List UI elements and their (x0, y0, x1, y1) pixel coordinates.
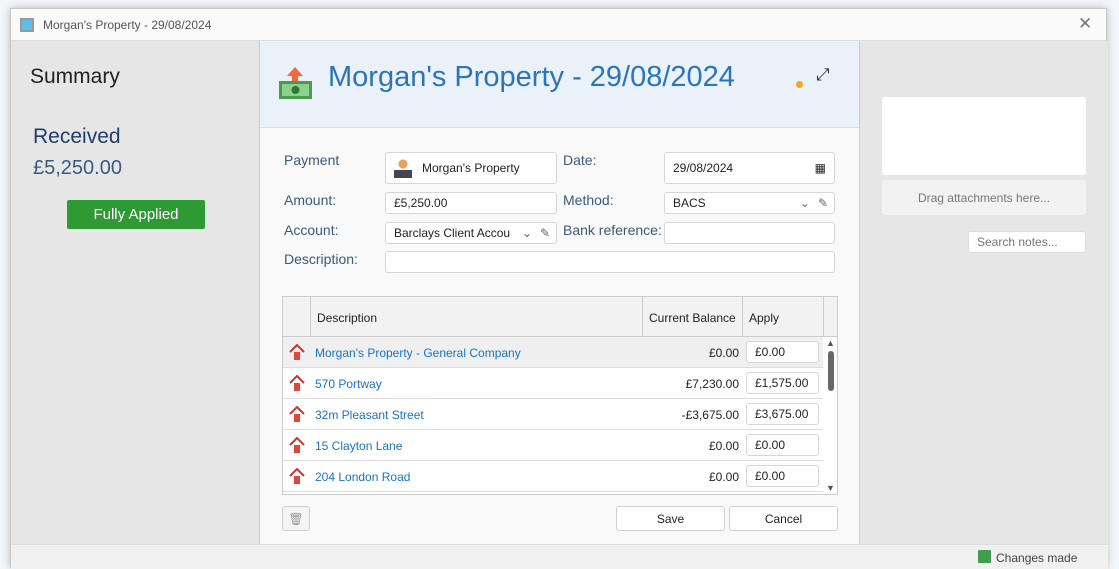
date-label: Date: (563, 152, 597, 168)
calendar-icon[interactable]: ▦ (815, 161, 826, 175)
row-apply-input[interactable]: £0.00 (746, 465, 819, 487)
account-value: Barclays Client Accou (394, 226, 511, 240)
table-row[interactable]: 204 London Road £0.00 £0.00 (283, 461, 823, 492)
divider (642, 297, 643, 337)
table-row[interactable]: 570 Portway £7,230.00 £1,575.00 (283, 368, 823, 399)
property-icon (289, 436, 305, 453)
property-icon (289, 374, 305, 391)
row-balance: £0.00 (708, 439, 739, 453)
row-description[interactable]: 32m Pleasant Street (315, 408, 424, 422)
row-balance: £7,230.00 (685, 377, 739, 391)
status-text: Changes made (996, 551, 1078, 565)
scrollbar[interactable]: ▲ ▼ (823, 337, 837, 494)
attachment-dropzone[interactable]: Drag attachments here... (882, 180, 1086, 215)
save-disk-icon (978, 550, 991, 563)
account-select[interactable]: Barclays Client Accou ⌄ ✎ (385, 222, 557, 244)
description-input[interactable] (385, 251, 835, 273)
chevron-down-icon[interactable]: ⌄ (800, 196, 810, 210)
allocation-table: Description Current Balance Apply Morgan… (282, 296, 838, 495)
column-header-balance[interactable]: Current Balance (649, 311, 736, 325)
bank-reference-label: Bank reference: (563, 222, 662, 238)
row-balance: £0.00 (708, 346, 739, 360)
row-apply-input[interactable]: £3,675.00 (746, 403, 819, 425)
description-label: Description: (284, 251, 358, 267)
divider (310, 297, 311, 337)
bank-reference-input[interactable] (664, 222, 835, 244)
cancel-button[interactable]: Cancel (729, 506, 838, 531)
column-header-apply[interactable]: Apply (749, 311, 779, 325)
divider (823, 297, 824, 337)
summary-heading: Summary (30, 65, 120, 88)
attachment-preview (882, 97, 1086, 175)
payment-dialog: Morgan's Property - 29/08/2024 ✕ Summary… (10, 8, 1108, 569)
row-apply-input[interactable]: £0.00 (746, 341, 819, 363)
row-description[interactable]: Morgan's Property - General Company (315, 346, 521, 360)
title-bar: Morgan's Property - 29/08/2024 ✕ (11, 9, 1106, 41)
status-bar: Changes made (11, 544, 1108, 569)
delete-button[interactable]: 🗑 (282, 506, 310, 531)
property-icon (289, 343, 305, 360)
amount-label: Amount: (284, 192, 337, 208)
account-label: Account: (284, 222, 339, 238)
table-row[interactable]: 32m Pleasant Street -£3,675.00 £3,675.00 (283, 399, 823, 430)
close-icon[interactable]: ✕ (1078, 14, 1092, 34)
expand-icon[interactable]: ⤢ (816, 65, 830, 85)
table-body: Morgan's Property - General Company £0.0… (283, 337, 823, 494)
scroll-thumb[interactable] (828, 351, 834, 391)
property-icon (289, 405, 305, 422)
row-description[interactable]: 15 Clayton Lane (315, 439, 402, 453)
summary-panel: Summary Received £5,250.00 Fully Applied (11, 41, 260, 544)
row-apply-input[interactable]: £1,575.00 (746, 372, 819, 394)
chevron-down-icon[interactable]: ⌄ (522, 226, 532, 240)
unsaved-indicator (796, 81, 803, 88)
column-header-description[interactable]: Description (317, 311, 377, 325)
save-button[interactable]: Save (616, 506, 725, 531)
window-title: Morgan's Property - 29/08/2024 (43, 18, 212, 32)
person-icon (394, 158, 412, 178)
scroll-down-icon[interactable]: ▼ (826, 483, 835, 493)
app-icon (20, 18, 34, 32)
received-label: Received (33, 125, 121, 148)
received-amount: £5,250.00 (33, 157, 122, 179)
page-title: Morgan's Property - 29/08/2024 (328, 61, 735, 93)
row-apply-input[interactable]: £0.00 (746, 434, 819, 456)
row-description[interactable]: 204 London Road (315, 470, 410, 484)
status-badge: Fully Applied (67, 200, 205, 229)
money-out-icon (279, 67, 312, 99)
date-value: 29/08/2024 (673, 161, 734, 175)
table-header: Description Current Balance Apply (283, 297, 837, 337)
divider (742, 297, 743, 337)
main-panel: Morgan's Property - 29/08/2024 ⤢ Payment… (260, 41, 859, 544)
row-balance: £0.00 (708, 470, 739, 484)
date-picker[interactable]: 29/08/2024 ▦ (664, 152, 835, 184)
property-icon (289, 467, 305, 484)
trash-icon: 🗑 (288, 511, 304, 526)
scroll-up-icon[interactable]: ▲ (826, 338, 835, 348)
table-row[interactable]: Morgan's Property - General Company £0.0… (283, 337, 823, 368)
payment-label: Payment (284, 152, 340, 168)
table-row[interactable]: 15 Clayton Lane £0.00 £0.00 (283, 430, 823, 461)
amount-input[interactable]: £5,250.00 (385, 192, 557, 214)
edit-icon[interactable]: ✎ (540, 226, 550, 240)
header-band: Morgan's Property - 29/08/2024 ⤢ (260, 41, 859, 128)
payment-contact-value: Morgan's Property (422, 161, 520, 175)
method-select[interactable]: BACS ⌄ ✎ (664, 192, 835, 214)
method-value: BACS (673, 196, 706, 210)
edit-icon[interactable]: ✎ (818, 196, 828, 210)
row-description[interactable]: 570 Portway (315, 377, 382, 391)
method-label: Method: (563, 192, 614, 208)
search-notes-input[interactable] (968, 231, 1086, 253)
payment-contact-field[interactable]: Morgan's Property (385, 152, 557, 184)
attachments-panel: Drag attachments here... (859, 41, 1108, 544)
row-balance: -£3,675.00 (681, 408, 739, 422)
